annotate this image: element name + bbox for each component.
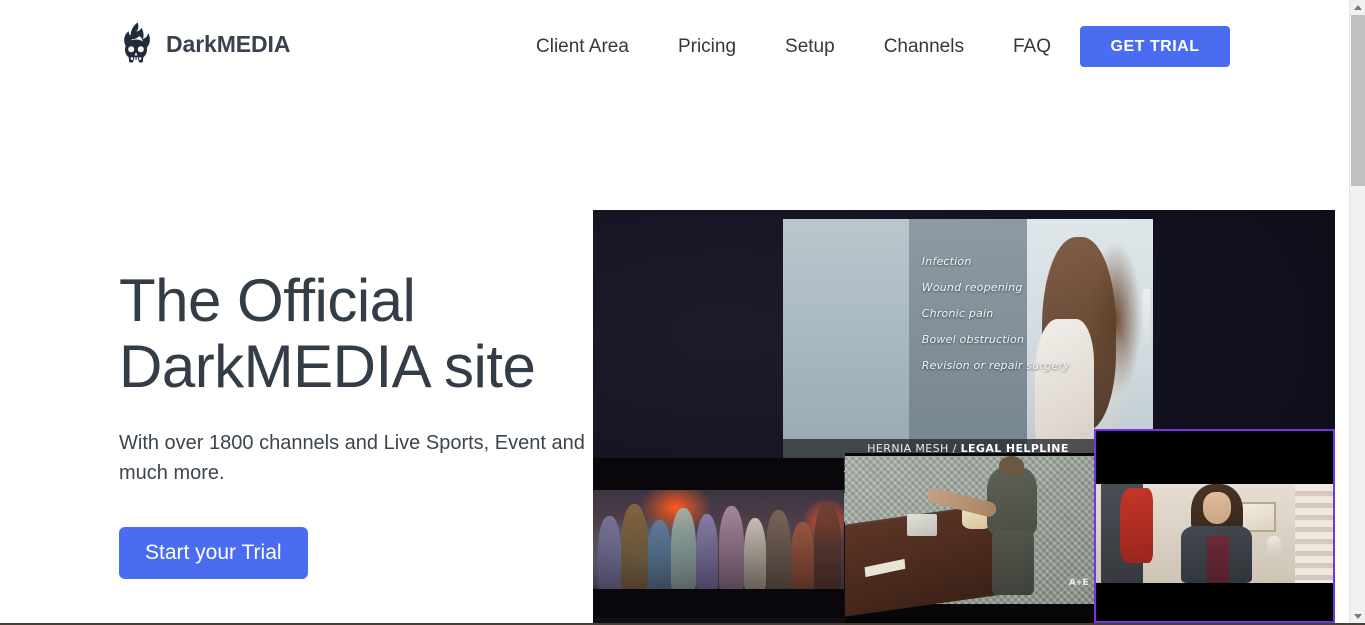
get-trial-button[interactable]: GET TRIAL bbox=[1080, 26, 1230, 67]
advert-symptom-1: Infection bbox=[921, 255, 972, 269]
advert-symptom-2: Wound reopening bbox=[921, 281, 1023, 295]
scroll-up-arrow-icon bbox=[1354, 4, 1362, 10]
girl-face bbox=[1202, 492, 1232, 524]
club-crowd-figures bbox=[593, 490, 844, 590]
girl-shirt bbox=[1207, 535, 1229, 583]
surveillance-person-head bbox=[999, 456, 1025, 476]
girl-scene-image bbox=[1096, 484, 1333, 583]
flaming-skull-icon bbox=[124, 22, 150, 63]
video-tile-girl-with-backpack[interactable] bbox=[1094, 429, 1335, 623]
advert-symptom-4: Bowel obstruction bbox=[921, 333, 1025, 347]
brand-logo-link[interactable]: DarkMEDIA bbox=[119, 22, 290, 66]
vertical-scrollbar[interactable] bbox=[1349, 0, 1365, 623]
surveillance-person-torso bbox=[986, 468, 1037, 535]
advert-symptom-5: Revision or repair surgery bbox=[921, 359, 1070, 373]
advert-lamp bbox=[1142, 289, 1151, 345]
video-tile-club-crowd[interactable] bbox=[593, 458, 844, 618]
hero-title: The Official DarkMEDIA site bbox=[119, 268, 594, 400]
nav-item-faq[interactable]: FAQ bbox=[1013, 33, 1051, 61]
video-collage[interactable]: Infection Wound reopening Chronic pain B… bbox=[593, 210, 1335, 623]
start-your-trial-button[interactable]: Start your Trial bbox=[119, 527, 308, 579]
surveillance-person-legs bbox=[991, 530, 1035, 596]
surveillance-image: A+E bbox=[845, 456, 1094, 617]
hero-subtitle: With over 1800 channels and Live Sports,… bbox=[119, 432, 585, 484]
main-navigation: Client Area Pricing Setup Channels FAQ bbox=[536, 33, 1051, 61]
girl-scene-red-coat bbox=[1119, 488, 1153, 564]
girl-scene-vase bbox=[1266, 535, 1281, 558]
nav-item-setup[interactable]: Setup bbox=[785, 33, 835, 61]
site-header: DarkMEDIA Client Area Pricing Setup Chan… bbox=[0, 0, 1349, 92]
ae-network-watermark: A+E bbox=[1068, 578, 1089, 589]
browser-viewport: DarkMEDIA Client Area Pricing Setup Chan… bbox=[0, 0, 1349, 623]
nav-item-channels[interactable]: Channels bbox=[884, 33, 964, 61]
nav-item-client-area[interactable]: Client Area bbox=[536, 33, 629, 61]
brand-name: DarkMEDIA bbox=[166, 30, 291, 57]
scroll-down-button[interactable] bbox=[1350, 609, 1365, 623]
scroll-up-button[interactable] bbox=[1350, 0, 1365, 14]
scrollbar-thumb[interactable] bbox=[1351, 15, 1365, 186]
hero-title-line-2: DarkMEDIA site bbox=[119, 333, 536, 400]
hero-title-line-1: The Official bbox=[119, 267, 416, 334]
girl-scene-stairs bbox=[1295, 484, 1333, 583]
page-root: DarkMEDIA Client Area Pricing Setup Chan… bbox=[0, 0, 1365, 625]
advert-symptom-list: Infection Wound reopening Chronic pain B… bbox=[922, 255, 1144, 372]
surveillance-box bbox=[907, 514, 938, 537]
scroll-down-arrow-icon bbox=[1354, 613, 1362, 619]
video-tile-surveillance-room[interactable]: A+E bbox=[845, 453, 1094, 623]
nav-item-pricing[interactable]: Pricing bbox=[678, 33, 736, 61]
hero-content: The Official DarkMEDIA site With over 18… bbox=[119, 268, 594, 579]
advert-symptom-3: Chronic pain bbox=[921, 307, 994, 321]
club-crowd-image bbox=[593, 490, 844, 590]
